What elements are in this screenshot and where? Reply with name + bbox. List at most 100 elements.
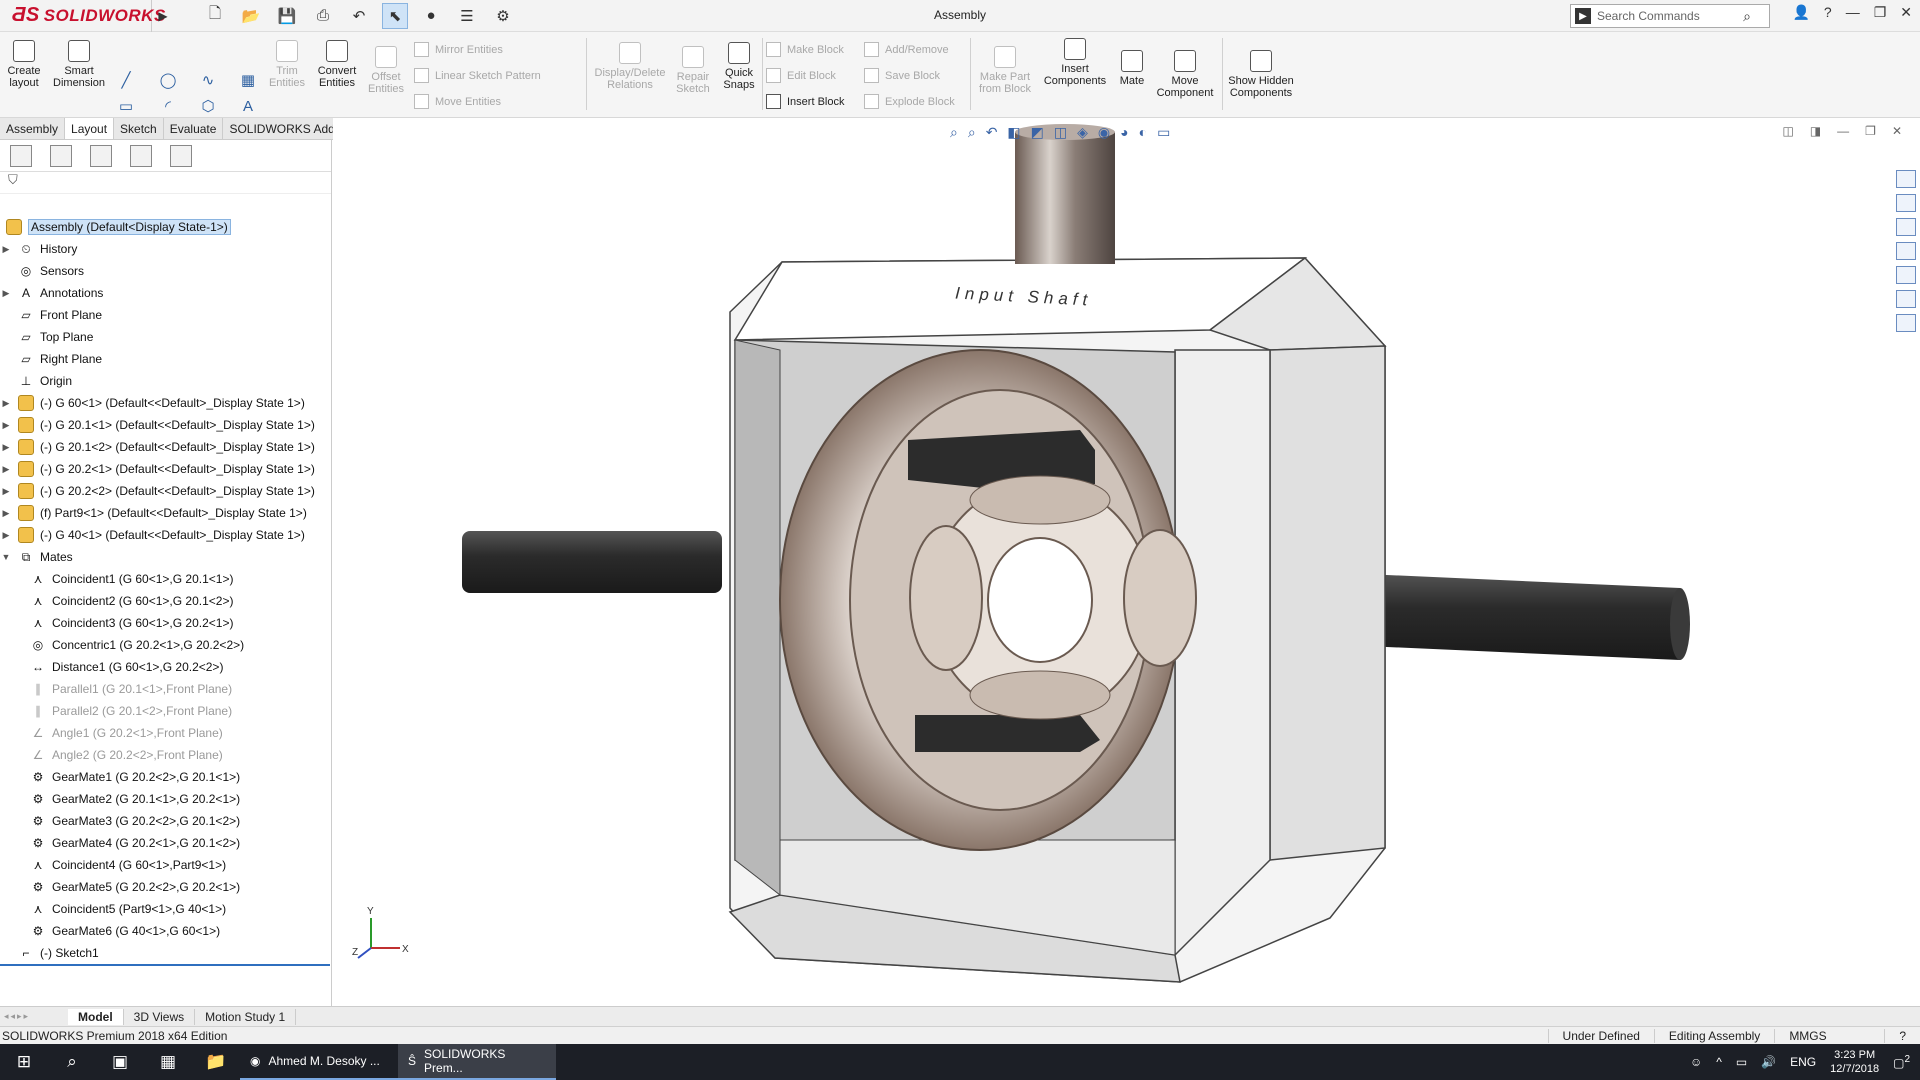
tab-evaluate[interactable]: Evaluate (164, 118, 224, 139)
filter-icon[interactable]: ⛉ (0, 172, 331, 194)
tree-item-part[interactable]: ▶ (-) G 20.2<1> (Default<<Default>_Displa… (0, 458, 332, 480)
view-orientation-icon[interactable]: ◫ (1054, 124, 1067, 141)
tree-item-part[interactable]: ▶ (f) Part9<1> (Default<<Default>_Display… (0, 502, 332, 524)
taskbar-chrome[interactable]: ◉ Ahmed M. Desoky ... (240, 1044, 398, 1080)
tree-item-top-plane[interactable]: ▱ Top Plane (0, 326, 332, 348)
mate-item[interactable]: ∥ Parallel2 (G 20.1<2>,Front Plane) (0, 700, 332, 722)
line-icon[interactable]: ╱ (116, 70, 136, 90)
restore-icon[interactable]: ❐ (1874, 4, 1887, 21)
display-manager-icon[interactable] (170, 144, 192, 167)
tree-item-part[interactable]: ▶ (-) G 20.1<1> (Default<<Default>_Displa… (0, 414, 332, 436)
make-block-button[interactable]: Make Block (766, 42, 844, 57)
mate-button[interactable]: Mate (1114, 50, 1150, 87)
tab-model[interactable]: Model (68, 1008, 124, 1025)
minimize-icon[interactable]: — (1846, 4, 1860, 21)
tab-assembly[interactable]: Assembly (0, 118, 66, 139)
file-properties-icon[interactable]: ☰ (454, 3, 480, 29)
tree-item-mates[interactable]: ▼ ⧉ Mates (0, 546, 332, 568)
new-document-icon[interactable]: 🗋 (202, 3, 228, 29)
mate-item[interactable]: ∠ Angle2 (G 20.2<2>,Front Plane) (0, 744, 332, 766)
mate-item[interactable]: ⚙ GearMate1 (G 20.2<2>,G 20.1<1>) (0, 766, 332, 788)
forum-icon[interactable] (1896, 314, 1916, 332)
edit-appearance-icon[interactable]: ◕ (1120, 124, 1128, 141)
tab-sketch[interactable]: Sketch (114, 118, 164, 139)
circle-icon[interactable]: ◯ (158, 70, 178, 90)
grid-icon[interactable]: ▦ (238, 70, 258, 90)
section-view-icon[interactable]: ◧ (1007, 124, 1020, 141)
graphics-viewport[interactable]: Input Shaft Y X Z (333, 118, 1920, 1006)
smart-dimension-button[interactable]: Smart Dimension (48, 40, 110, 89)
tree-item-part[interactable]: ▶ (-) G 20.1<2> (Default<<Default>_Displa… (0, 436, 332, 458)
tree-item-front-plane[interactable]: ▱ Front Plane (0, 304, 332, 326)
viewport-split-icon[interactable]: ◨ (1810, 124, 1821, 138)
add-remove-button[interactable]: Add/Remove (864, 42, 949, 57)
viewport-close-icon[interactable]: ✕ (1892, 124, 1902, 138)
file-explorer-icon[interactable] (1896, 218, 1916, 236)
user-icon[interactable]: 👤 (1792, 4, 1809, 21)
tree-root-assembly[interactable]: Assembly (Default<Display State-1>) (0, 216, 332, 238)
task-view-icon[interactable]: ▣ (96, 1044, 144, 1080)
mirror-entities-button[interactable]: Mirror Entities (414, 42, 503, 57)
insert-components-button[interactable]: Insert Components (1040, 38, 1110, 87)
traffic-light-icon[interactable]: ● (418, 3, 444, 29)
tree-item-part[interactable]: ▶ (-) G 60<1> (Default<<Default>_Display … (0, 392, 332, 414)
help-icon[interactable]: ? (1824, 4, 1832, 21)
edit-block-button[interactable]: Edit Block (766, 68, 836, 83)
repair-sketch-button[interactable]: Repair Sketch (672, 46, 714, 95)
apply-scene-icon[interactable]: ◐ (1139, 124, 1147, 141)
quick-snaps-button[interactable]: Quick Snaps (718, 42, 760, 91)
mate-item[interactable]: ↔ Distance1 (G 60<1>,G 20.2<2>) (0, 656, 332, 678)
left-shaft[interactable] (462, 531, 722, 593)
polygon-icon[interactable]: ⬡ (198, 96, 218, 116)
expand-arrow-icon[interactable]: ▶ (0, 420, 12, 431)
save-block-button[interactable]: Save Block (864, 68, 940, 83)
language-indicator[interactable]: ENG (1790, 1055, 1816, 1069)
expand-arrow-icon[interactable]: ▶ (0, 244, 12, 255)
search-icon[interactable]: ⌕ (1743, 8, 1751, 25)
tree-item-sketch[interactable]: ⌐ (-) Sketch1 (0, 942, 332, 964)
mate-item[interactable]: ⚙ GearMate6 (G 40<1>,G 60<1>) (0, 920, 332, 942)
view-palette-icon[interactable] (1896, 242, 1916, 260)
print-icon[interactable]: ⎙ (310, 3, 336, 29)
view-settings-icon[interactable]: ▭ (1157, 124, 1170, 141)
configuration-manager-icon[interactable] (90, 144, 112, 167)
expand-arrow-icon[interactable]: ▶ (0, 530, 12, 541)
tree-item-history[interactable]: ▶ ⏲ History (0, 238, 332, 260)
tree-item-annotations[interactable]: ▶ A Annotations (0, 282, 332, 304)
notifications-icon[interactable]: ▢2 (1893, 1054, 1910, 1070)
search-commands-input[interactable]: ▶ Search Commands ⌕ (1570, 4, 1770, 28)
custom-properties-icon[interactable] (1896, 290, 1916, 308)
mate-item[interactable]: ◎ Concentric1 (G 20.2<1>,G 20.2<2>) (0, 634, 332, 656)
move-entities-button[interactable]: Move Entities (414, 94, 501, 109)
solidworks-resources-icon[interactable] (1896, 170, 1916, 188)
trim-entities-button[interactable]: Trim Entities (266, 40, 308, 89)
expand-arrow-icon[interactable]: ▶ (0, 464, 12, 475)
design-library-icon[interactable] (1896, 194, 1916, 212)
property-manager-icon[interactable] (50, 144, 72, 167)
volume-icon[interactable]: 🔊 (1761, 1055, 1776, 1069)
tree-item-part[interactable]: ▶ (-) G 40<1> (Default<<Default>_Display … (0, 524, 332, 546)
clock[interactable]: 3:23 PM 12/7/2018 (1830, 1048, 1879, 1076)
arc-icon[interactable]: ◜ (158, 96, 178, 116)
windows-start-icon[interactable]: ⊞ (0, 1044, 48, 1080)
save-icon[interactable]: 💾 (274, 3, 300, 29)
linear-sketch-pattern-button[interactable]: Linear Sketch Pattern (414, 68, 541, 83)
display-delete-relations-button[interactable]: Display/Delete Relations (590, 42, 670, 91)
previous-view-icon[interactable]: ↶ (986, 124, 998, 141)
mate-item[interactable]: ∥ Parallel1 (G 20.1<1>,Front Plane) (0, 678, 332, 700)
search-icon[interactable]: ⌕ (48, 1044, 96, 1080)
rectangle-icon[interactable]: ▭ (116, 96, 136, 116)
status-help-icon[interactable]: ? (1884, 1028, 1920, 1043)
expand-arrow-icon[interactable]: ▶ (0, 508, 12, 519)
display-style-icon[interactable]: ◈ (1077, 124, 1088, 141)
undo-icon[interactable]: ↶ (346, 3, 372, 29)
text-icon[interactable]: A (238, 96, 258, 116)
dimxpert-icon[interactable] (130, 144, 152, 167)
mate-item[interactable]: ⚙ GearMate5 (G 20.2<2>,G 20.2<1>) (0, 876, 332, 898)
carrier-block-bottom[interactable] (915, 715, 1100, 752)
expand-arrow-icon[interactable]: ▶ (0, 442, 12, 453)
open-icon[interactable]: 📂 (238, 3, 264, 29)
tree-item-origin[interactable]: ⊥ Origin (0, 370, 332, 392)
offset-entities-button[interactable]: Offset Entities (364, 46, 408, 95)
zoom-to-area-icon[interactable]: ⌕ (968, 124, 976, 141)
